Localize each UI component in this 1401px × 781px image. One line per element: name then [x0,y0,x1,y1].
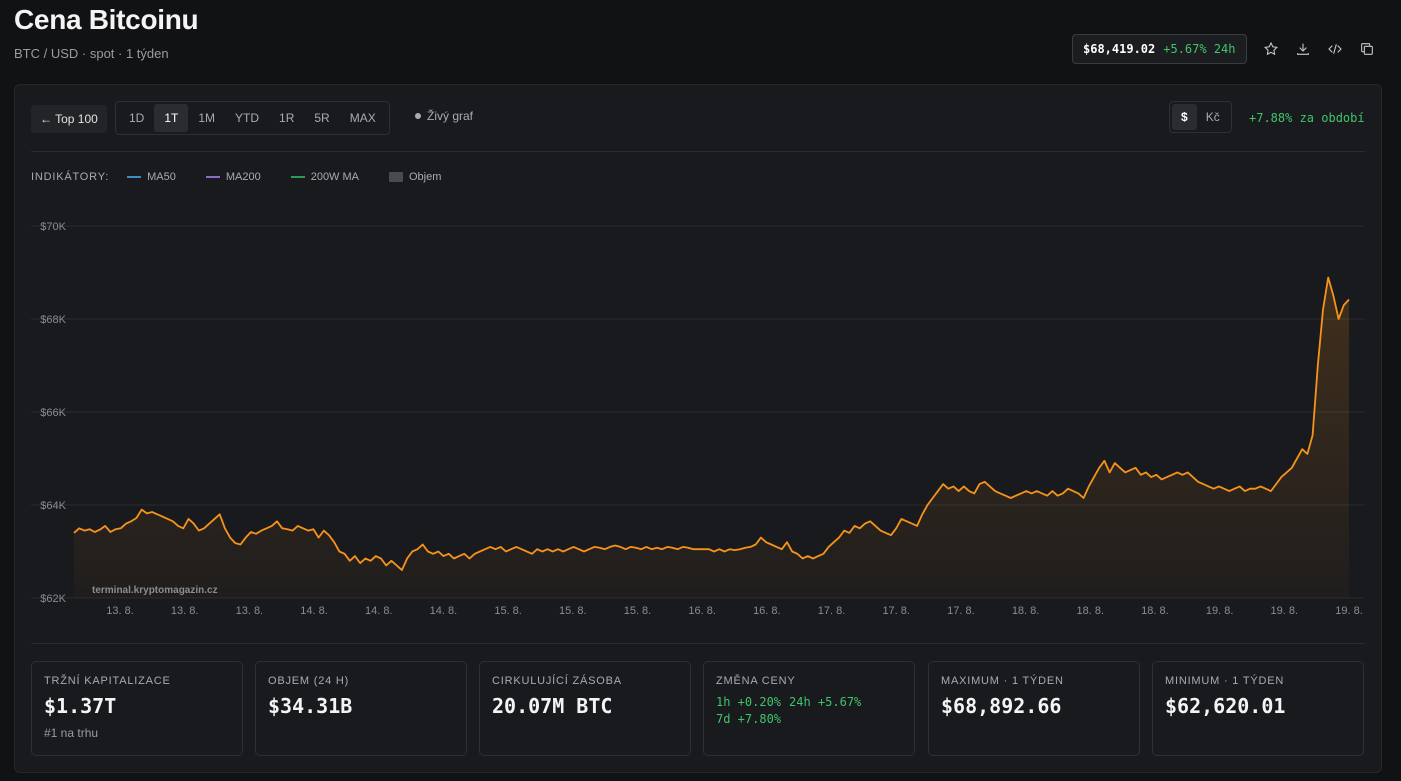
indicator-200w-ma-label: 200W MA [310,171,359,183]
star-icon[interactable] [1262,38,1280,60]
page-subtitle: BTC / USD · spot · 1 týden [14,46,169,61]
ticker-change: +5.67% 24h [1163,42,1236,56]
y-tick-label: $70K [40,221,66,233]
indicator-ma50-label: MA50 [147,171,176,183]
price-chart: $62K $64K $66K $68K $70K 13. 8. 13. 8. 13. 8. 1… [31,221,1365,617]
stat-value: $34.31B [268,694,353,718]
ma50-swatch [127,176,142,178]
y-tick-label: $66K [40,407,66,419]
indicator-volume-label: Objem [409,171,442,183]
x-tick-label: 17. 8. [882,605,910,617]
stat-sub: #1 na trhu [44,726,99,740]
page-title: Cena Bitcoinu [14,4,199,35]
price-ticker: $68,419.02 +5.67% 24h [1072,34,1247,64]
currency-czk[interactable]: Kč [1197,104,1229,130]
change-1h: 1h +0.20% [716,695,782,709]
indicators-label: INDIKÁTORY: [31,171,110,183]
x-tick-label: 15. 8. [559,605,587,617]
stat-value: 20.07M BTC [492,694,613,718]
stat-label: OBJEM (24 H) [268,675,350,687]
stat-value: $68,892.66 [941,694,1062,718]
code-icon[interactable] [1326,38,1344,60]
stat-circulating-supply: CIRKULUJÍCÍ ZÁSOBA 20.07M BTC [479,661,691,756]
indicator-ma50[interactable]: MA50 [127,171,176,183]
change-7d: 7d +7.80% [716,712,782,726]
x-tick-label: 17. 8. [947,605,975,617]
stat-value: $1.37T [44,694,117,718]
x-tick-label: 19. 8. [1271,605,1299,617]
range-1t[interactable]: 1T [154,104,189,132]
copy-icon[interactable] [1358,38,1376,60]
stat-label: CIRKULUJÍCÍ ZÁSOBA [492,675,622,687]
range-1d[interactable]: 1D [119,104,154,132]
stat-label: MAXIMUM · 1 TÝDEN [941,675,1064,687]
x-tick-label: 14. 8. [300,605,328,617]
volume-swatch [389,172,403,182]
x-tick-label: 19. 8. [1206,605,1234,617]
range-5r[interactable]: 5R [304,104,339,132]
stat-week-max: MAXIMUM · 1 TÝDEN $68,892.66 [928,661,1140,756]
y-tick-label: $68K [40,314,66,326]
x-tick-label: 18. 8. [1141,605,1169,617]
back-top100-button[interactable]: ← Top 100 [31,105,107,133]
indicator-volume[interactable]: Objem [389,171,441,183]
download-icon[interactable] [1294,38,1312,60]
chart-panel: ← Top 100 1D 1T 1M YTD 1R 5R MAX Živý gr… [14,84,1382,773]
indicators-bar: INDIKÁTORY: MA50 MA200 200W MA Objem [31,171,471,183]
x-tick-label: 16. 8. [688,605,716,617]
header-actions [1262,38,1376,60]
stat-week-min: MINIMUM · 1 TÝDEN $62,620.01 [1152,661,1364,756]
stat-volume-24h: OBJEM (24 H) $34.31B [255,661,467,756]
indicator-ma200[interactable]: MA200 [205,171,261,183]
price-changes: 1h +0.20% 24h +5.67% 7d +7.80% [716,694,902,728]
change-24h: 24h +5.67% [789,695,862,709]
range-1m[interactable]: 1M [188,104,225,132]
x-tick-label: 15. 8. [624,605,652,617]
range-1r[interactable]: 1R [269,104,304,132]
indicator-200w-ma[interactable]: 200W MA [290,171,359,183]
ma200w-swatch [290,176,305,178]
stat-price-change: ZMĚNA CENY 1h +0.20% 24h +5.67% 7d +7.80% [703,661,915,756]
x-tick-label: 17. 8. [818,605,846,617]
y-tick-label: $64K [40,500,66,512]
currency-usd[interactable]: $ [1172,104,1197,130]
stat-label: ZMĚNA CENY [716,675,796,687]
x-tick-label: 18. 8. [1012,605,1040,617]
live-graph-label: Živý graf [427,109,474,123]
watermark: terminal.kryptomagazin.cz [92,585,218,596]
x-tick-label: 13. 8. [106,605,134,617]
stat-label: MINIMUM · 1 TÝDEN [1165,675,1285,687]
period-change: +7.88% za období [1249,111,1365,125]
x-tick-label: 16. 8. [753,605,781,617]
range-ytd[interactable]: YTD [225,104,269,132]
x-tick-label: 15. 8. [494,605,522,617]
stat-label: TRŽNÍ KAPITALIZACE [44,675,171,687]
x-tick-label: 13. 8. [171,605,199,617]
divider [31,643,1365,644]
x-tick-label: 18. 8. [1076,605,1104,617]
indicator-ma200-label: MA200 [225,171,261,183]
range-selector: 1D 1T 1M YTD 1R 5R MAX [115,101,390,135]
range-max[interactable]: MAX [340,104,386,132]
live-dot-icon [415,113,421,119]
x-tick-label: 14. 8. [365,605,393,617]
y-tick-label: $62K [40,593,66,605]
divider [31,151,1365,152]
x-tick-label: 13. 8. [236,605,264,617]
ma200-swatch [205,176,220,178]
stat-market-cap: TRŽNÍ KAPITALIZACE $1.37T #1 na trhu [31,661,243,756]
x-tick-label: 14. 8. [430,605,458,617]
live-graph-toggle[interactable]: Živý graf [415,109,473,123]
stat-value: $62,620.01 [1165,694,1286,718]
currency-selector: $ Kč [1169,101,1232,133]
ticker-price: $68,419.02 [1083,42,1156,56]
x-tick-label: 19. 8. [1335,605,1363,617]
